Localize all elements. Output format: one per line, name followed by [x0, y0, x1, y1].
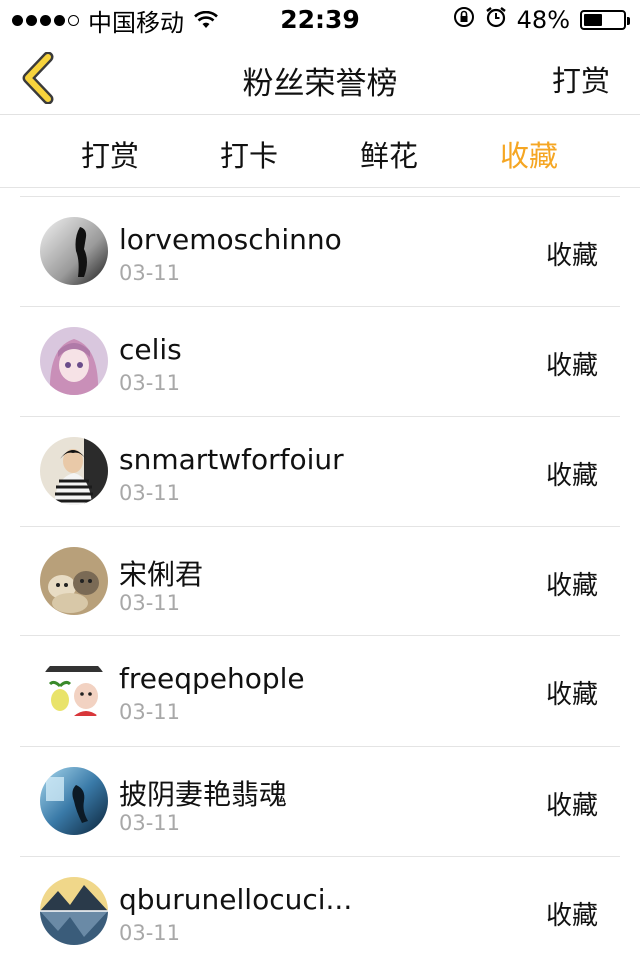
reward-button[interactable]: 打赏	[552, 58, 610, 100]
action-label: 收藏	[545, 351, 598, 381]
action-label: 收藏	[545, 461, 598, 491]
action-label: 收藏	[545, 680, 598, 710]
alarm-icon	[485, 6, 507, 34]
fan-date: 03-11	[119, 811, 181, 835]
avatar[interactable]	[40, 656, 108, 724]
tab-flowers[interactable]: 鲜花	[319, 133, 459, 175]
tab-label: 打赏	[80, 139, 139, 173]
fan-name: 披阴妻艳翡魂	[119, 778, 288, 811]
fan-name: lorvemoschinno	[119, 223, 342, 256]
fan-date: 03-11	[119, 591, 181, 615]
chevron-left-icon	[22, 51, 54, 105]
tab-reward[interactable]: 打赏	[40, 133, 180, 175]
fan-date: 03-11	[119, 371, 181, 395]
battery-icon	[580, 10, 630, 30]
action-label: 收藏	[545, 901, 598, 931]
list-item[interactable]: qburunellocuci... 03-11 收藏	[20, 856, 620, 966]
action-label: 收藏	[545, 241, 598, 271]
rotation-lock-icon	[453, 6, 475, 34]
tab-label: 收藏	[499, 139, 558, 173]
page-title: 粉丝荣誉榜	[242, 66, 398, 102]
wifi-icon	[194, 11, 218, 29]
fan-date: 03-11	[119, 700, 181, 724]
fan-date: 03-11	[119, 921, 181, 945]
avatar[interactable]	[40, 437, 108, 505]
action-label: 收藏	[545, 571, 598, 601]
list-item[interactable]: 披阴妻艳翡魂 03-11 收藏	[20, 746, 620, 856]
fan-date: 03-11	[119, 481, 181, 505]
fan-name: 宋俐君	[119, 558, 204, 591]
tab-checkin[interactable]: 打卡	[179, 133, 319, 175]
avatar[interactable]	[40, 877, 108, 945]
list-item[interactable]: celis 03-11 收藏	[20, 306, 620, 416]
fan-name: celis	[119, 333, 182, 366]
tab-bar: 打赏 打卡 鲜花 收藏	[0, 115, 640, 188]
fan-date: 03-11	[119, 261, 181, 285]
avatar[interactable]	[40, 217, 108, 285]
avatar[interactable]	[40, 547, 108, 615]
list-item[interactable]: freeqpehople 03-11 收藏	[20, 635, 620, 746]
status-bar: 中国移动 22:39 48%	[0, 0, 640, 40]
list-item[interactable]: snmartwforfoiur 03-11 收藏	[20, 416, 620, 526]
fan-name: freeqpehople	[119, 662, 305, 695]
list-item[interactable]: 宋俐君 03-11 收藏	[20, 526, 620, 635]
action-label: 收藏	[545, 791, 598, 821]
fan-name: snmartwforfoiur	[119, 443, 344, 476]
fan-name: qburunellocuci...	[119, 883, 353, 916]
tab-label: 鲜花	[359, 139, 418, 173]
tab-favorites[interactable]: 收藏	[459, 133, 599, 175]
signal-strength-icon	[12, 14, 82, 26]
avatar[interactable]	[40, 327, 108, 395]
back-button[interactable]	[16, 51, 62, 105]
fan-list: lorvemoschinno 03-11 收藏 celis 03-11 收藏 s…	[20, 196, 620, 966]
nav-bar: 粉丝荣誉榜 打赏	[0, 40, 640, 115]
battery-percent: 48%	[516, 6, 570, 34]
avatar[interactable]	[40, 767, 108, 835]
tab-label: 打卡	[219, 139, 278, 173]
carrier-label: 中国移动	[88, 8, 184, 37]
list-item[interactable]: lorvemoschinno 03-11 收藏	[20, 196, 620, 306]
